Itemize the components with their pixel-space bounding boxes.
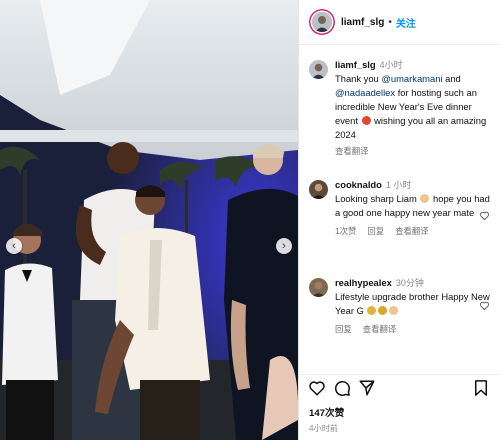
caption-time: 4小时 — [379, 60, 403, 70]
comment-likes[interactable]: 1次赞 — [335, 224, 356, 238]
header-separator: • — [388, 16, 392, 28]
caption-item: liamf_slg 4小时 Thank you @umarkamani and @… — [309, 58, 492, 158]
comment-icon[interactable] — [333, 379, 351, 397]
caption-text-before: Thank you — [335, 73, 382, 84]
comment-like-heart-icon[interactable] — [479, 210, 490, 221]
author-avatar[interactable] — [312, 12, 332, 32]
caption-text-end: wishing you all an amazing 2024 — [335, 115, 487, 140]
likes-count[interactable]: 147次赞 — [309, 405, 344, 419]
chevron-left-icon: ‹ — [12, 240, 16, 252]
post-timestamp: 4小时前 — [309, 424, 339, 433]
caption-avatar[interactable] — [309, 60, 328, 79]
comment-meta: 回复 查看翻译 — [335, 322, 492, 336]
comment-like-heart-icon[interactable] — [479, 300, 490, 311]
mention-nadaadellex[interactable]: @nadaadellex — [335, 87, 395, 98]
comment-reply-button[interactable]: 回复 — [367, 224, 384, 238]
chevron-right-icon: › — [282, 240, 286, 252]
share-icon[interactable] — [358, 379, 376, 397]
author-username[interactable]: liamf_slg — [341, 17, 384, 28]
follow-button[interactable]: 关注 — [396, 15, 416, 30]
carousel-next-button[interactable]: › — [276, 238, 292, 254]
comment-text-main: Lifestyle upgrade brother Happy New Year… — [335, 291, 490, 316]
comment-item: realhypealex 30分钟 Lifestyle upgrade broth… — [309, 276, 492, 336]
comment-avatar[interactable] — [309, 180, 328, 199]
party-photo-scene — [0, 0, 298, 440]
caption-text: Thank you @umarkamani and @nadaadellex f… — [335, 72, 492, 142]
comment-meta: 1次赞 回复 查看翻译 — [335, 224, 492, 238]
comment-body: realhypealex 30分钟 Lifestyle upgrade broth… — [335, 276, 492, 336]
post-header: liamf_slg • 关注 — [299, 0, 500, 45]
medal-emoji-icon — [378, 306, 388, 315]
comment-reply-button[interactable]: 回复 — [335, 322, 352, 336]
comment-item: cooknaldo 1 小时 Looking sharp Liam hope yo… — [309, 178, 492, 238]
post-side-panel: liamf_slg • 关注 liamf_slg 4小时 Thank you @u… — [298, 0, 500, 440]
heart-icon[interactable] — [308, 379, 326, 397]
caption-text-and: and — [442, 73, 461, 84]
comment-text: Lifestyle upgrade brother Happy New Year… — [335, 290, 492, 318]
caption-username[interactable]: liamf_slg — [335, 59, 376, 70]
comment-username[interactable]: cooknaldo — [335, 179, 382, 190]
comment-text: Looking sharp Liam hope you had a good o… — [335, 192, 492, 220]
caption-meta: 查看翻译 — [335, 144, 492, 158]
instagram-post-viewer: ‹ › liamf_slg • 关注 liamf_slg 4小时 Thank y… — [0, 0, 500, 440]
comment-translate-link[interactable]: 查看翻译 — [363, 322, 397, 336]
comment-translate-link[interactable]: 查看翻译 — [395, 224, 429, 238]
fire-emoji-icon — [361, 116, 371, 125]
comment-time: 30分钟 — [395, 278, 424, 288]
hand-emoji-icon — [420, 194, 430, 203]
hand-emoji-icon — [389, 306, 399, 315]
comment-text-a: Looking sharp Liam — [335, 193, 417, 204]
caption-body: liamf_slg 4小时 Thank you @umarkamani and @… — [335, 58, 492, 158]
comment-body: cooknaldo 1 小时 Looking sharp Liam hope yo… — [335, 178, 492, 238]
comment-avatar[interactable] — [309, 278, 328, 297]
comments-list[interactable]: liamf_slg 4小时 Thank you @umarkamani and @… — [299, 54, 500, 359]
mention-umarkamani[interactable]: @umarkamani — [381, 73, 442, 84]
post-photo[interactable]: ‹ › — [0, 0, 298, 440]
caption-translate-link[interactable]: 查看翻译 — [335, 144, 369, 158]
comment-time: 1 小时 — [385, 180, 412, 190]
carousel-prev-button[interactable]: ‹ — [6, 238, 22, 254]
party-popper-emoji-icon — [367, 306, 377, 315]
post-action-bar — [299, 374, 500, 401]
comment-username[interactable]: realhypealex — [335, 277, 392, 288]
bookmark-icon[interactable] — [472, 379, 490, 397]
